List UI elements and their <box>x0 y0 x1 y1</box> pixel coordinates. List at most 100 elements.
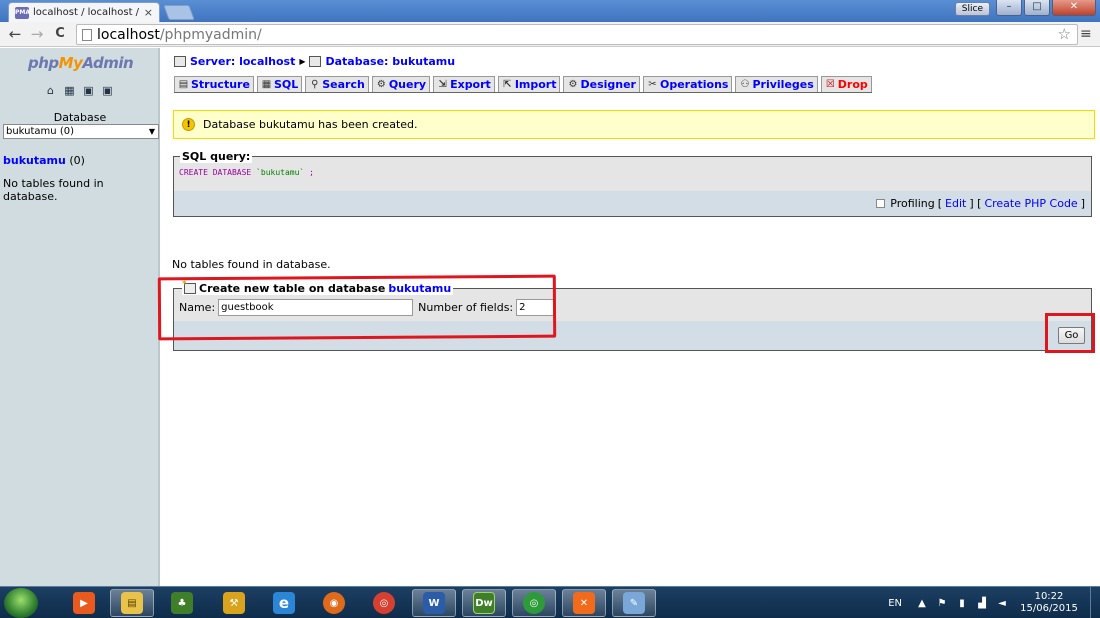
home-icon[interactable]: ⌂ <box>44 84 57 97</box>
forward-button[interactable]: → <box>28 25 46 43</box>
page-icon <box>82 29 92 41</box>
plant-icon: ♣ <box>171 592 193 614</box>
query-icon: ⚙ <box>376 79 386 90</box>
tab-title: localhost / localhost / buk <box>33 7 140 18</box>
system-tray: EN ▲ ⚑ ▮ ▟ ◄ 10:22 15/06/2015 <box>888 587 1100 618</box>
taskbar-app-xampp[interactable]: ✕ <box>562 589 606 617</box>
database-link[interactable]: Database: bukutamu <box>325 55 455 68</box>
left-no-tables: No tables found in database. <box>3 177 104 203</box>
taskbar-app-explorer[interactable]: ▤ <box>110 589 154 617</box>
phpmyadmin-logo[interactable]: phpMyAdmin <box>28 54 134 72</box>
tab-export[interactable]: ⇲ Export <box>433 76 495 92</box>
windows-taskbar: ▶ ▤ ♣ ⚒ e ◉ ◎ W Dw ◎ ✕ ✎ EN ▲ ⚑ ▮ ▟ ◄ 10… <box>0 586 1100 618</box>
tray-expand-icon[interactable]: ▲ <box>916 598 928 609</box>
main-no-tables: No tables found in database. <box>172 258 331 271</box>
url-host: localhost <box>97 26 160 43</box>
left-db-link[interactable]: bukutamu (0) <box>3 154 85 167</box>
maximize-button[interactable]: □ <box>1024 0 1050 16</box>
word-icon: W <box>423 592 445 614</box>
chrome-active-icon: ◎ <box>523 592 545 614</box>
reload-button[interactable]: C <box>51 25 69 43</box>
minimize-button[interactable]: – <box>996 0 1022 16</box>
annotation-highlight-go <box>1045 313 1095 353</box>
taskbar-app-tool[interactable]: ⚒ <box>212 589 256 617</box>
slice-button[interactable]: Slice <box>954 2 990 16</box>
tab-operations[interactable]: ✂ Operations <box>642 76 733 92</box>
taskbar-app-paint[interactable]: ✎ <box>612 589 656 617</box>
taskbar-app-firefox[interactable]: ◉ <box>312 589 356 617</box>
file-explorer-icon: ▤ <box>121 592 143 614</box>
tab-drop[interactable]: ☒ Drop <box>820 76 872 92</box>
docs-icon[interactable]: ▣ <box>82 84 95 97</box>
tab-structure[interactable]: ▤ Structure <box>174 76 254 92</box>
sql-query-links: Profiling [ Edit ] [ Create PHP Code ] <box>876 197 1085 210</box>
db-name-link[interactable]: bukutamu <box>3 154 66 167</box>
edit-link[interactable]: Edit <box>945 197 966 210</box>
profiling-checkbox[interactable] <box>876 199 886 208</box>
structure-icon: ▤ <box>178 79 189 90</box>
internet-explorer-icon: e <box>273 592 295 614</box>
tray-network-icon[interactable]: ▟ <box>976 598 988 609</box>
window-controls: Slice – □ ✕ <box>954 0 1096 16</box>
chrome-icon: ◎ <box>373 592 395 614</box>
dreamweaver-icon: Dw <box>473 592 495 614</box>
new-tab-button[interactable] <box>163 5 195 20</box>
taskbar-app-plant[interactable]: ♣ <box>160 589 204 617</box>
sql-window-icon[interactable]: ▦ <box>63 84 76 97</box>
sql-query-footer: Profiling [ Edit ] [ Create PHP Code ] <box>173 191 1092 217</box>
taskbar-app-chrome-active[interactable]: ◎ <box>512 589 556 617</box>
server-link[interactable]: Server: localhost <box>190 55 295 68</box>
address-bar[interactable]: localhost/phpmyadmin/ ☆ <box>76 24 1078 45</box>
clock-time: 10:22 <box>1034 591 1064 602</box>
sql-query-box: SQL query: CREATE DATABASE `bukutamu` ; <box>173 150 1092 192</box>
language-indicator[interactable]: EN <box>888 598 902 609</box>
tool-icon: ⚒ <box>223 592 245 614</box>
tray-battery-icon[interactable]: ▮ <box>956 598 968 609</box>
sql-icon: ▦ <box>261 79 272 90</box>
paint-icon: ✎ <box>623 592 645 614</box>
main-tabs: ▤ Structure ▦ SQL ⚲ Search ⚙ Query ⇲ Export ⇱… <box>174 76 872 93</box>
privileges-icon: ⚇ <box>740 79 750 90</box>
tray-volume-icon[interactable]: ◄ <box>996 598 1008 609</box>
taskbar-app-media[interactable]: ▶ <box>62 589 106 617</box>
tab-close-icon[interactable]: × <box>144 6 153 19</box>
taskbar-app-chrome[interactable]: ◎ <box>362 589 406 617</box>
browser-menu-icon[interactable]: ≡ <box>1080 26 1094 42</box>
export-icon: ⇲ <box>438 79 447 90</box>
sql-query-text: CREATE DATABASE `bukutamu` ; <box>179 168 314 177</box>
browser-tab[interactable]: PMA localhost / localhost / buk × <box>8 2 160 22</box>
import-icon: ⇱ <box>503 79 512 90</box>
annotation-highlight-form <box>157 274 557 341</box>
help-icon[interactable]: ▣ <box>101 84 114 97</box>
start-button[interactable] <box>4 588 38 618</box>
left-quick-icons: ⌂ ▦ ▣ ▣ <box>44 84 114 97</box>
firefox-icon: ◉ <box>323 592 345 614</box>
success-notice: ! Database bukutamu has been created. <box>173 110 1095 139</box>
bookmark-star-icon[interactable]: ☆ <box>1058 25 1071 43</box>
tab-query[interactable]: ⚙ Query <box>371 76 431 92</box>
taskbar-app-ie[interactable]: e <box>262 589 306 617</box>
tab-designer[interactable]: ⚙ Designer <box>563 76 640 92</box>
tab-sql[interactable]: ▦ SQL <box>256 76 303 92</box>
clock-date: 15/06/2015 <box>1020 603 1078 614</box>
phpmyadmin-favicon-icon: PMA <box>15 6 30 19</box>
create-php-code-link[interactable]: Create PHP Code <box>984 197 1077 210</box>
tab-privileges[interactable]: ⚇ Privileges <box>735 76 818 92</box>
operations-icon: ✂ <box>648 79 657 90</box>
drop-icon: ☒ <box>825 79 835 90</box>
back-button[interactable]: ← <box>6 25 24 43</box>
breadcrumb: Server: localhost ▶ Database: bukutamu <box>174 55 455 68</box>
profiling-label: Profiling <box>890 197 935 210</box>
close-window-button[interactable]: ✕ <box>1052 0 1096 16</box>
info-icon: ! <box>182 118 195 131</box>
tab-search[interactable]: ⚲ Search <box>305 76 369 92</box>
show-desktop-button[interactable] <box>1090 587 1100 618</box>
search-icon: ⚲ <box>311 79 319 90</box>
taskbar-clock[interactable]: 10:22 15/06/2015 <box>1016 591 1082 615</box>
database-label: Database <box>53 111 107 124</box>
tab-import[interactable]: ⇱ Import <box>497 76 561 92</box>
database-select[interactable]: bukutamu (0) ▼ <box>3 124 159 139</box>
tray-flag-icon[interactable]: ⚑ <box>936 598 948 609</box>
taskbar-app-word[interactable]: W <box>412 589 456 617</box>
taskbar-app-dreamweaver[interactable]: Dw <box>462 589 506 617</box>
